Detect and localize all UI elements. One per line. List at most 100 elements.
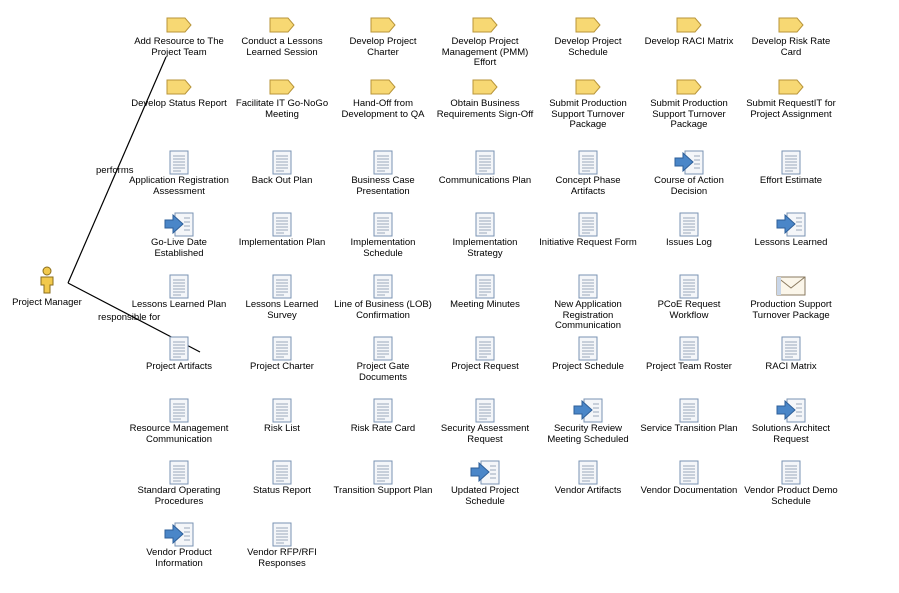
artifact-label: Implementation Strategy <box>452 237 518 259</box>
artifact-label: Project Charter <box>250 361 314 372</box>
artifact-course-of-action-decision[interactable]: Course of Action Decision <box>639 150 739 197</box>
document-icon <box>232 150 332 175</box>
artifact-updated-project-schedule[interactable]: Updated Project Schedule <box>435 460 535 507</box>
artifact-security-assessment-request[interactable]: Security Assessment Request <box>435 398 535 445</box>
document-icon <box>232 398 332 423</box>
artifact-line-of-business-lob-confirmation[interactable]: Line of Business (LOB) Confirmation <box>333 274 433 321</box>
artifact-label: Lessons Learned Survey <box>245 299 319 321</box>
task-submit-requestit-for-project-assignment[interactable]: Submit RequestIT for Project Assignment <box>741 79 841 120</box>
project-manager-actor[interactable]: Project Manager <box>4 266 90 308</box>
task-facilitate-it-go-nogo-meeting[interactable]: Facilitate IT Go-NoGo Meeting <box>232 79 332 120</box>
event-document-icon <box>129 522 229 547</box>
task-icon <box>232 79 332 97</box>
artifact-implementation-schedule[interactable]: Implementation Schedule <box>333 212 433 259</box>
task-label: Facilitate IT Go-NoGo Meeting <box>235 98 329 120</box>
artifact-label: Security Assessment Request <box>440 423 530 445</box>
artifact-vendor-rfp-rfi-responses[interactable]: Vendor RFP/RFI Responses <box>232 522 332 569</box>
task-obtain-business-requirements-sign-off[interactable]: Obtain Business Requirements Sign-Off <box>435 79 535 120</box>
artifact-lessons-learned[interactable]: Lessons Learned <box>741 212 841 249</box>
artifact-vendor-product-information[interactable]: Vendor Product Information <box>129 522 229 569</box>
artifact-label: Status Report <box>252 485 312 496</box>
document-icon <box>435 336 535 361</box>
task-develop-project-charter[interactable]: Develop Project Charter <box>333 17 433 58</box>
task-develop-status-report[interactable]: Develop Status Report <box>129 79 229 110</box>
task-icon <box>741 79 841 97</box>
artifact-label: Risk List <box>264 423 300 434</box>
artifact-concept-phase-artifacts[interactable]: Concept Phase Artifacts <box>538 150 638 197</box>
artifact-issues-log[interactable]: Issues Log <box>639 212 739 249</box>
artifact-lessons-learned-survey[interactable]: Lessons Learned Survey <box>232 274 332 321</box>
artifact-label: Vendor Product Information <box>146 547 212 569</box>
artifact-go-live-date-established[interactable]: Go-Live Date Established <box>129 212 229 259</box>
responsible-for-label: responsible for <box>98 312 161 323</box>
artifact-project-artifacts[interactable]: Project Artifacts <box>129 336 229 373</box>
artifact-label: Project Gate Documents <box>356 361 410 383</box>
artifact-service-transition-plan[interactable]: Service Transition Plan <box>639 398 739 435</box>
artifact-project-request[interactable]: Project Request <box>435 336 535 373</box>
artifact-vendor-artifacts[interactable]: Vendor Artifacts <box>538 460 638 497</box>
artifact-label: Back Out Plan <box>251 175 313 186</box>
document-icon <box>129 336 229 361</box>
document-icon <box>435 398 535 423</box>
artifact-vendor-documentation[interactable]: Vendor Documentation <box>639 460 739 497</box>
artifact-raci-matrix[interactable]: RACI Matrix <box>741 336 841 373</box>
artifact-resource-management-communication[interactable]: Resource Management Communication <box>129 398 229 445</box>
artifact-back-out-plan[interactable]: Back Out Plan <box>232 150 332 187</box>
artifact-label: Issues Log <box>666 237 712 248</box>
artifact-label: Business Case Presentation <box>351 175 415 197</box>
document-icon <box>333 336 433 361</box>
artifact-lessons-learned-plan[interactable]: Lessons Learned Plan <box>129 274 229 311</box>
artifact-business-case-presentation[interactable]: Business Case Presentation <box>333 150 433 197</box>
task-label: Develop Project Schedule <box>554 36 622 58</box>
artifact-pcoe-request-workflow[interactable]: PCoE Request Workflow <box>639 274 739 321</box>
artifact-new-application-registration-communication[interactable]: New Application Registration Communicati… <box>538 274 638 332</box>
artifact-meeting-minutes[interactable]: Meeting Minutes <box>435 274 535 311</box>
artifact-risk-rate-card[interactable]: Risk Rate Card <box>333 398 433 435</box>
document-icon <box>129 150 229 175</box>
event-document-icon <box>435 460 535 485</box>
artifact-project-team-roster[interactable]: Project Team Roster <box>639 336 739 373</box>
artifact-application-registration-assessment[interactable]: Application Registration Assessment <box>129 150 229 197</box>
document-icon <box>232 522 332 547</box>
artifact-label: Application Registration Assessment <box>129 175 229 197</box>
artifact-label: Project Artifacts <box>146 361 212 372</box>
artifact-project-charter[interactable]: Project Charter <box>232 336 332 373</box>
artifact-production-support-turnover-package[interactable]: Production Support Turnover Package <box>741 274 841 321</box>
artifact-implementation-plan[interactable]: Implementation Plan <box>232 212 332 249</box>
artifact-initiative-request-form[interactable]: Initiative Request Form <box>538 212 638 249</box>
document-icon <box>232 212 332 237</box>
task-submit-production-support-turnover-package[interactable]: Submit Production Support Turnover Packa… <box>639 79 739 131</box>
task-hand-off-from-development-to-qa[interactable]: Hand-Off from Development to QA <box>333 79 433 120</box>
artifact-implementation-strategy[interactable]: Implementation Strategy <box>435 212 535 259</box>
task-icon <box>639 79 739 97</box>
task-develop-risk-rate-card[interactable]: Develop Risk Rate Card <box>741 17 841 58</box>
document-icon <box>538 274 638 299</box>
task-icon <box>538 17 638 35</box>
artifact-security-review-meeting-scheduled[interactable]: Security Review Meeting Scheduled <box>538 398 638 445</box>
artifact-risk-list[interactable]: Risk List <box>232 398 332 435</box>
task-conduct-a-lessons-learned-session[interactable]: Conduct a Lessons Learned Session <box>232 17 332 58</box>
artifact-vendor-product-demo-schedule[interactable]: Vendor Product Demo Schedule <box>741 460 841 507</box>
document-icon <box>129 460 229 485</box>
artifact-communications-plan[interactable]: Communications Plan <box>435 150 535 187</box>
task-develop-project-management-pmm-effort[interactable]: Develop Project Management (PMM) Effort <box>435 17 535 69</box>
document-icon <box>741 336 841 361</box>
person-icon <box>40 266 54 294</box>
artifact-transition-support-plan[interactable]: Transition Support Plan <box>333 460 433 497</box>
artifact-standard-operating-procedures[interactable]: Standard Operating Procedures <box>129 460 229 507</box>
task-add-resource-to-the-project-team[interactable]: Add Resource to The Project Team <box>129 17 229 58</box>
artifact-label: RACI Matrix <box>765 361 817 372</box>
document-icon <box>538 336 638 361</box>
artifact-label: Project Team Roster <box>646 361 732 372</box>
task-develop-raci-matrix[interactable]: Develop RACI Matrix <box>639 17 739 48</box>
document-icon <box>741 460 841 485</box>
document-icon <box>538 460 638 485</box>
artifact-project-schedule[interactable]: Project Schedule <box>538 336 638 373</box>
artifact-status-report[interactable]: Status Report <box>232 460 332 497</box>
document-icon <box>435 274 535 299</box>
artifact-solutions-architect-request[interactable]: Solutions Architect Request <box>741 398 841 445</box>
artifact-effort-estimate[interactable]: Effort Estimate <box>741 150 841 187</box>
artifact-project-gate-documents[interactable]: Project Gate Documents <box>333 336 433 383</box>
task-develop-project-schedule[interactable]: Develop Project Schedule <box>538 17 638 58</box>
task-submit-production-support-turnover-package[interactable]: Submit Production Support Turnover Packa… <box>538 79 638 131</box>
